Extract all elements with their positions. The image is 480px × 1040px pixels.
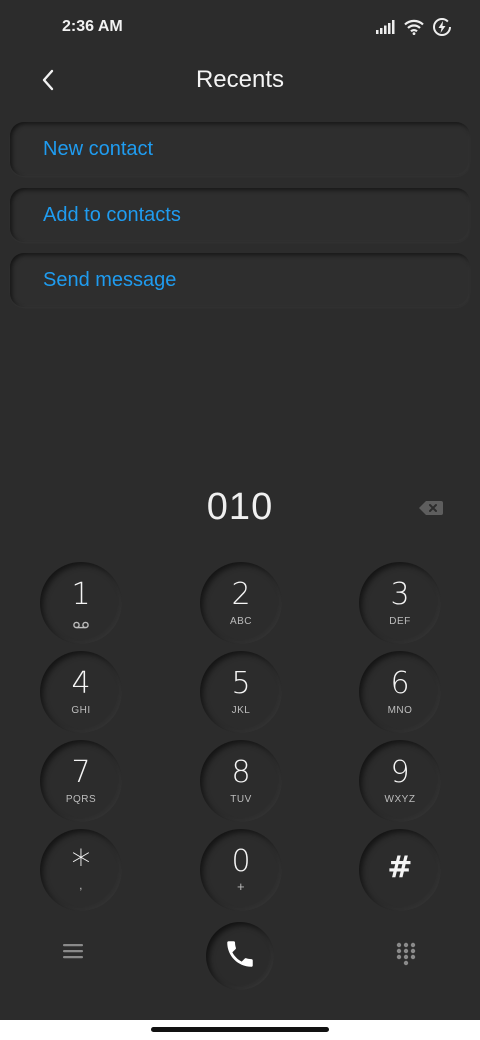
key-star[interactable]: * , <box>40 829 122 911</box>
key-letters: + <box>236 879 246 894</box>
hamburger-menu-icon <box>62 944 84 964</box>
key-letters: JKL <box>231 705 251 716</box>
key-digit: 7 <box>71 755 91 790</box>
status-time: 2:36 AM <box>62 18 123 35</box>
key-8[interactable]: 8 TUV <box>200 740 282 822</box>
key-letters: TUV <box>230 794 252 805</box>
key-letters: , <box>79 878 83 892</box>
key-4[interactable]: 4 GHI <box>40 651 122 733</box>
dialpad-toggle-button[interactable] <box>396 942 418 966</box>
page-title: Recents <box>195 66 285 93</box>
dialed-number: 010 <box>206 486 274 528</box>
key-letters: GHI <box>71 705 91 716</box>
backspace-button[interactable] <box>418 498 444 518</box>
key-digit: 8 <box>231 755 251 790</box>
key-5[interactable]: 5 JKL <box>200 651 282 733</box>
send-message-button[interactable]: Send message <box>10 253 470 307</box>
wifi-icon <box>404 19 424 40</box>
key-0[interactable]: 0 + <box>200 829 282 911</box>
key-digit: 5 <box>231 666 251 701</box>
call-button[interactable] <box>206 922 274 990</box>
dialpad-icon <box>396 942 416 970</box>
key-letters: MNO <box>387 705 413 716</box>
key-7[interactable]: 7 PQRS <box>40 740 122 822</box>
voicemail-icon <box>73 616 89 634</box>
key-digit: 2 <box>231 577 251 612</box>
status-bar: 2:36 AM <box>0 0 480 56</box>
signal-icon <box>376 20 396 39</box>
backspace-icon <box>418 501 444 522</box>
navigation-bar <box>0 1020 480 1040</box>
key-digit: 6 <box>390 666 410 701</box>
key-letters: PQRS <box>65 794 97 805</box>
battery-charging-icon <box>432 17 452 42</box>
new-contact-button[interactable]: New contact <box>10 122 470 176</box>
dialer-screen: 2:36 AM Recents New contact Add to conta… <box>0 0 480 1040</box>
key-digit: 0 <box>231 844 251 879</box>
key-3[interactable]: 3 DEF <box>359 562 441 644</box>
menu-button[interactable] <box>62 942 86 962</box>
key-letters: ABC <box>229 616 253 627</box>
key-digit: # <box>387 850 413 885</box>
key-digit: 9 <box>390 755 410 790</box>
phone-icon <box>223 937 257 976</box>
key-letters: WXYZ <box>384 794 416 805</box>
key-letters: DEF <box>389 616 411 627</box>
key-1[interactable]: 1 <box>40 562 122 644</box>
key-digit: 1 <box>71 577 91 612</box>
home-indicator[interactable] <box>151 1027 329 1032</box>
header: Recents <box>0 56 480 108</box>
key-digit: * <box>71 842 91 886</box>
status-icons <box>376 17 452 42</box>
key-6[interactable]: 6 MNO <box>359 651 441 733</box>
key-digit: 4 <box>71 666 91 701</box>
key-digit: 3 <box>390 577 410 612</box>
key-2[interactable]: 2 ABC <box>200 562 282 644</box>
key-hash[interactable]: # <box>359 829 441 911</box>
key-9[interactable]: 9 WXYZ <box>359 740 441 822</box>
add-to-contacts-button[interactable]: Add to contacts <box>10 188 470 242</box>
